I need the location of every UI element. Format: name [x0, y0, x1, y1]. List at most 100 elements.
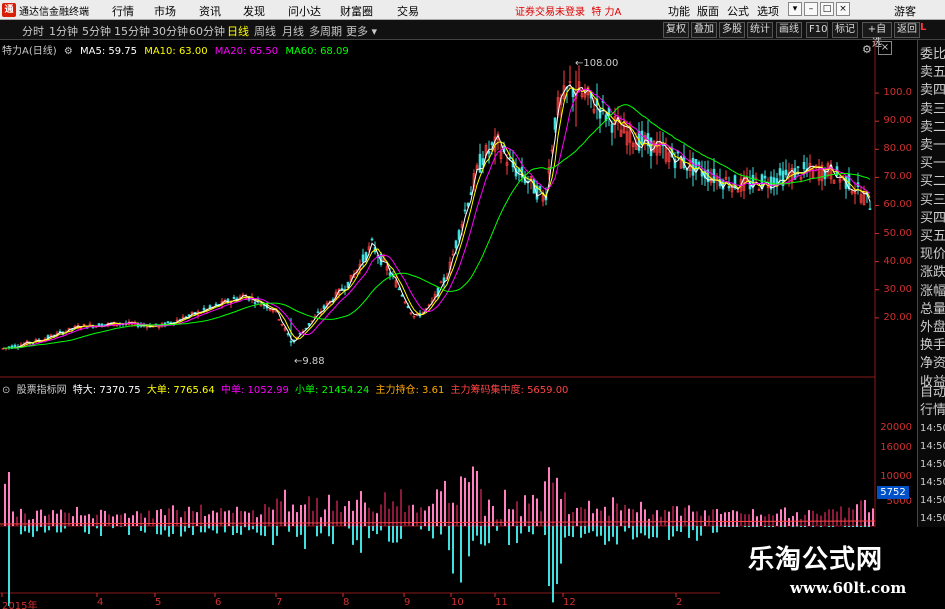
menu-item-market[interactable]: 行情 [112, 3, 134, 19]
indicator-bar-negative [588, 526, 590, 533]
indicator-bar-positive [568, 514, 570, 526]
indicator-bar-positive [348, 500, 350, 526]
side-quote-item[interactable]: 买一 [920, 155, 945, 173]
period-multi[interactable]: 多周期 [309, 23, 342, 39]
side-quote-item[interactable]: 净资 [920, 355, 945, 373]
side-auto-item[interactable]: 自动 [920, 384, 945, 402]
side-quote-item[interactable]: 买二 [920, 173, 945, 191]
indicator-bar-positive [204, 516, 206, 526]
period-30min[interactable]: 30分钟 [152, 23, 188, 39]
indicator-bar-positive [532, 494, 534, 526]
indicator-bar-positive [740, 513, 742, 526]
indicator-bar-negative [440, 526, 442, 535]
multi-stock-button[interactable]: 多股 [719, 22, 745, 38]
shirt-icon[interactable]: ▾ [788, 2, 802, 16]
side-quote-item[interactable]: 卖三 [920, 101, 945, 119]
settings-icon[interactable]: ⚙ [862, 43, 872, 56]
indicator-bar-negative [392, 526, 394, 543]
candle-body [457, 230, 461, 240]
menu-item-wealth[interactable]: 财富圈 [340, 3, 373, 19]
indicator-bar-negative [676, 526, 678, 532]
indicator-bar-positive [572, 512, 574, 526]
indicator-bar-negative [44, 526, 46, 533]
side-quote-item[interactable]: 卖二 [920, 119, 945, 137]
indicator-bar-negative [680, 526, 682, 533]
period-15min[interactable]: 15分钟 [114, 23, 150, 39]
chart-area[interactable]: 特力A(日线) ⚙ MA5: 59.75 MA10: 63.00 MA20: 6… [0, 22, 945, 609]
menu-item-trade[interactable]: 交易 [397, 3, 419, 19]
indicator-bar-positive [860, 500, 862, 526]
side-quote-item[interactable]: 涨跌 [920, 264, 945, 282]
menu-item-function[interactable]: 功能 [668, 3, 690, 19]
side-quote-item[interactable]: 买五 [920, 228, 945, 246]
indicator-bar-negative [332, 526, 334, 545]
period-more[interactable]: 更多 ▾ [346, 23, 377, 39]
draw-button[interactable]: 画线 [776, 22, 802, 38]
indicator-bar-negative [180, 526, 182, 537]
side-tab-l[interactable]: L [920, 22, 926, 33]
indicator-bar-positive [196, 512, 198, 526]
menu-item-layout[interactable]: 版面 [697, 3, 719, 19]
period-daily[interactable]: 日线 [227, 23, 249, 39]
indicator-bar-positive [248, 512, 250, 526]
side-quote-item[interactable]: 卖五 [920, 64, 945, 82]
side-quote-item[interactable]: 委比 [920, 46, 945, 64]
adjust-button[interactable]: 复权 [663, 22, 689, 38]
indicator-bar-negative [20, 526, 22, 535]
period-monthly[interactable]: 月线 [282, 23, 304, 39]
side-quote-item[interactable]: 买三 [920, 192, 945, 210]
indicator-bar-positive [460, 476, 462, 526]
indicator-bar-positive [256, 517, 258, 526]
indicator-bar-positive [816, 513, 818, 526]
side-quote-item[interactable]: 买四 [920, 210, 945, 228]
overlay-button[interactable]: 叠加 [691, 22, 717, 38]
menu-item-markets[interactable]: 市场 [154, 3, 176, 19]
indicator-bar-negative [488, 526, 490, 544]
side-quote-item[interactable]: 卖一 [920, 137, 945, 155]
side-quote-item[interactable]: 外盘 [920, 319, 945, 337]
indicator-bar-negative [564, 526, 566, 538]
period-intraday[interactable]: 分时 [22, 23, 44, 39]
period-5min[interactable]: 5分钟 [82, 23, 111, 39]
menu-item-ask[interactable]: 问小达 [288, 3, 321, 19]
add-watchlist-button[interactable]: +自选 [862, 22, 892, 49]
maximize-icon[interactable]: □ [820, 2, 834, 16]
indicator-bar-negative [272, 526, 274, 546]
side-quote-item[interactable]: 卖四 [920, 82, 945, 100]
period-60min[interactable]: 60分钟 [189, 23, 225, 39]
mark-button[interactable]: 标记 [832, 22, 858, 38]
side-time-label: 14:50 [920, 477, 945, 488]
indicator-bar-positive [388, 508, 390, 526]
close-pane-icon[interactable]: × [878, 41, 892, 55]
side-quote-item[interactable]: 换手 [920, 337, 945, 355]
indicator-bar-positive [16, 516, 18, 526]
indicator-bar-positive [112, 516, 114, 526]
indicator-bar-positive [428, 506, 430, 526]
menu-item-options[interactable]: 选项 [757, 3, 779, 19]
kline-chart[interactable] [0, 40, 917, 609]
guest-label[interactable]: 游客 [894, 3, 916, 19]
period-1min[interactable]: 1分钟 [49, 23, 78, 39]
back-button[interactable]: 返回 [894, 22, 920, 38]
side-quote-item[interactable]: 涨幅 [920, 283, 945, 301]
menu-item-formula[interactable]: 公式 [727, 3, 749, 19]
login-notice[interactable]: 证券交易未登录 特 力A [515, 3, 621, 18]
side-auto-item[interactable]: 行情 [920, 402, 945, 420]
menu-item-news[interactable]: 资讯 [199, 3, 221, 19]
indicator-bar-positive [208, 514, 210, 526]
indicator-bar-positive [404, 512, 406, 526]
indicator-bar-negative [156, 526, 158, 535]
menu-item-discover[interactable]: 发现 [243, 3, 265, 19]
indicator-bar-positive [436, 489, 438, 526]
f10-button[interactable]: F10 [806, 22, 828, 38]
indicator-bar-negative [560, 526, 562, 564]
indicator-bar-negative [224, 526, 226, 533]
stats-button[interactable]: 统计 [747, 22, 773, 38]
side-quote-item[interactable]: 总量 [920, 301, 945, 319]
indicator-bar-negative [264, 526, 266, 537]
period-weekly[interactable]: 周线 [254, 23, 276, 39]
indicator-bar-positive [172, 505, 174, 526]
close-icon[interactable]: × [836, 2, 850, 16]
minimize-icon[interactable]: – [804, 2, 818, 16]
side-quote-item[interactable]: 现价 [920, 246, 945, 264]
